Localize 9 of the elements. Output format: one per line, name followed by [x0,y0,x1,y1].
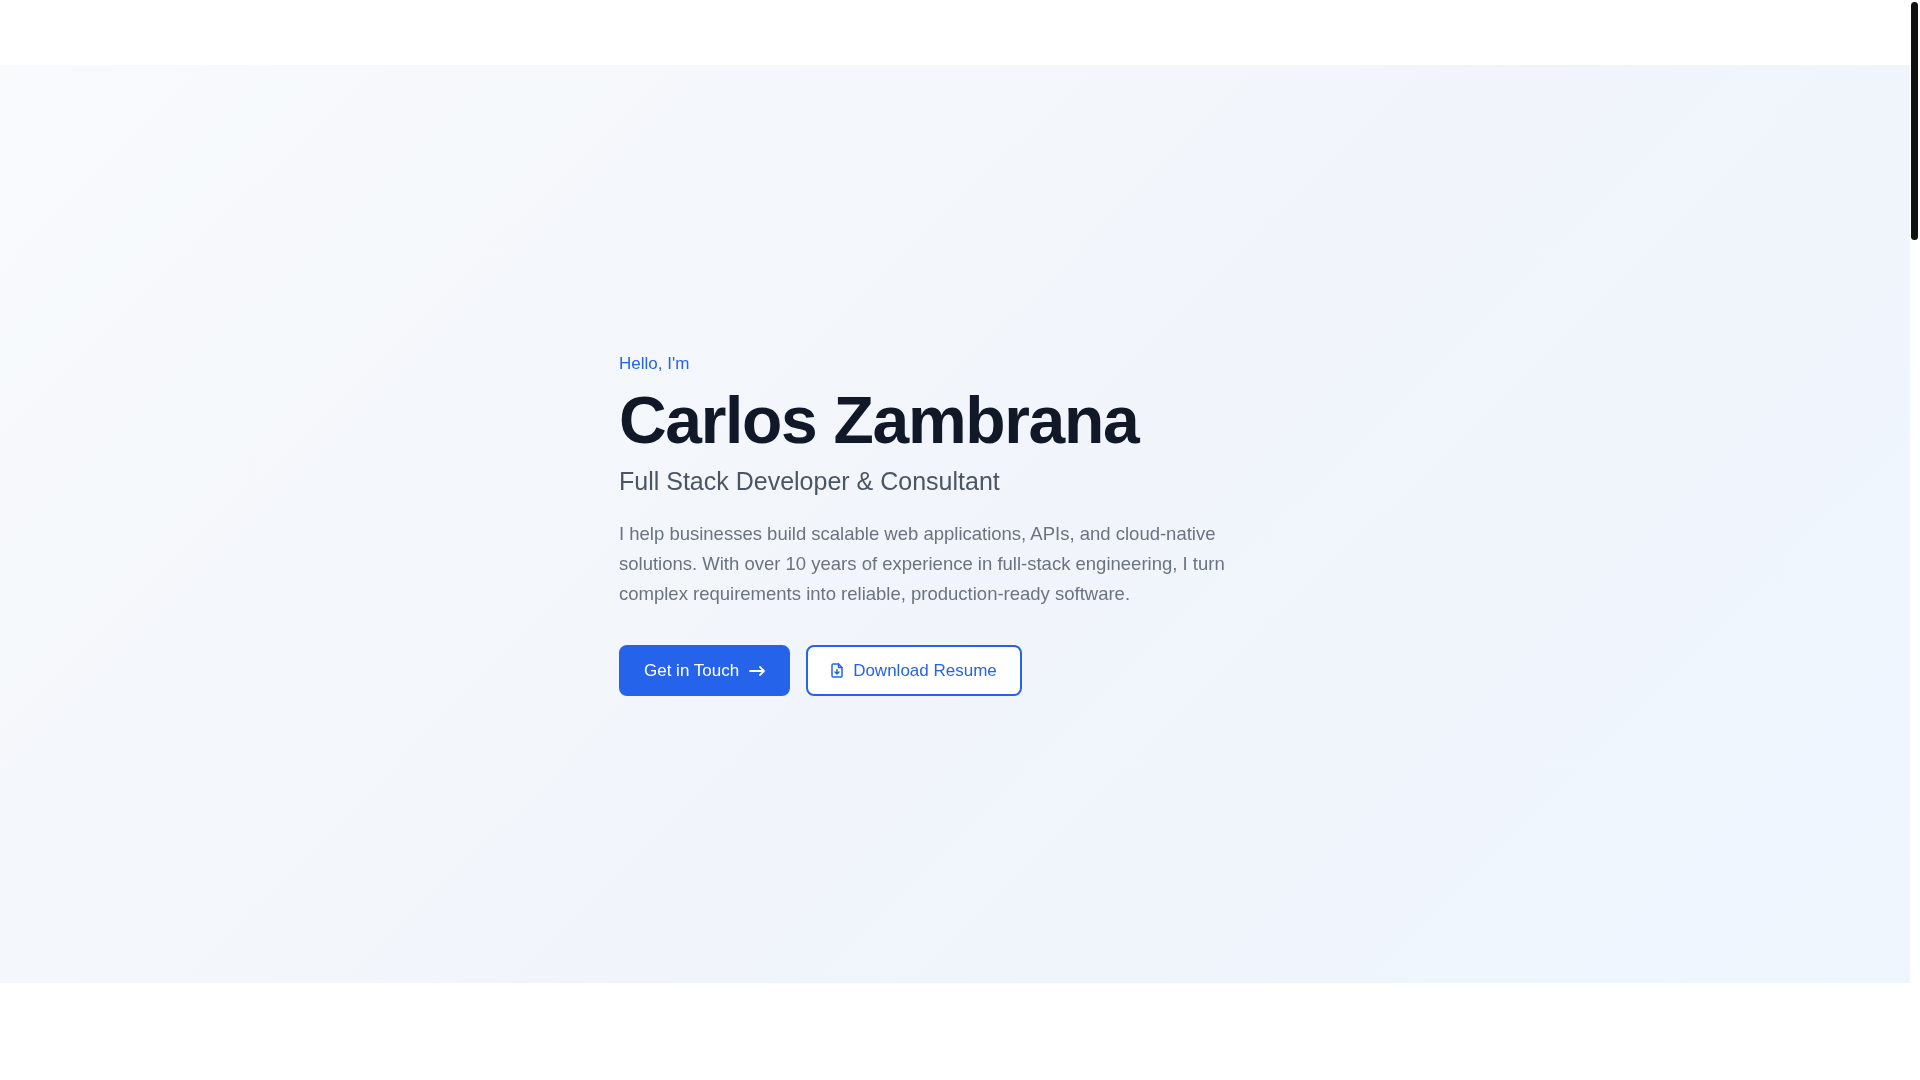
greeting-text: Hello, I'm [619,352,690,375]
get-in-touch-button[interactable]: Get in Touch [619,645,791,697]
intro-paragraph: I help businesses build scalable web applications, APIs, and cloud-native solutions. With over 10 years of experience in full-stack engineering, I turn complex requirements into reliable, production-ready software. [619,522,1226,607]
scrollbar-thumb[interactable] [1911,2,1918,240]
file-download-icon [831,663,844,679]
job-title: Full Stack Developer & Consultant [619,466,1000,498]
name-heading: Carlos Zambrana [619,383,1139,457]
arrow-right-icon [749,665,766,676]
download-resume-button[interactable]: Download Resume [806,645,1022,697]
